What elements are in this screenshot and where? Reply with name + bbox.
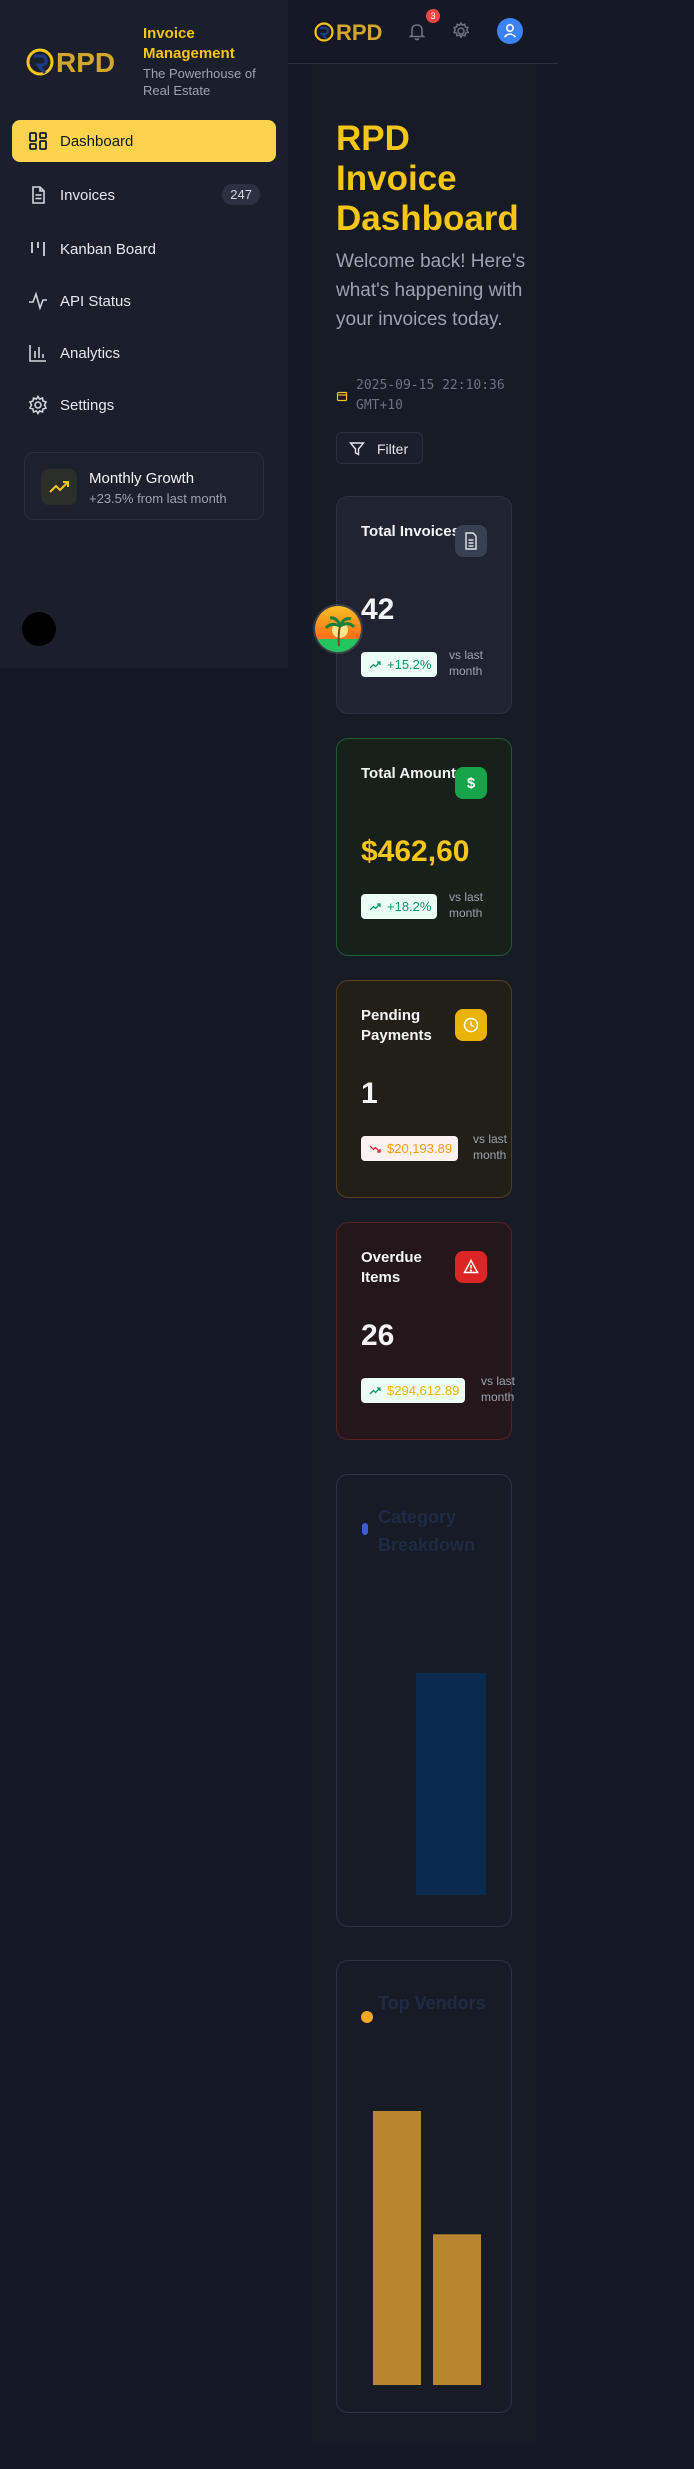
- chart-bar[interactable]: [373, 2111, 421, 2385]
- stat-title: Total Invoices: [361, 523, 460, 540]
- stat-comparison: vs last month: [481, 1374, 516, 1404]
- stat-title: Overdue Items: [361, 1249, 422, 1286]
- chart-title-marker: [362, 1523, 368, 1535]
- stat-icon-box: [455, 525, 487, 557]
- collapse-toggle-dot[interactable]: [22, 612, 56, 646]
- stat-change: $294,612.89: [387, 1383, 460, 1398]
- sidebar-item-label: Invoices: [60, 186, 116, 204]
- stat-card-pending-payments[interactable]: Pending Payments 1 $20,193.89 vs last mo…: [336, 980, 512, 1198]
- chart-bar[interactable]: [416, 1673, 486, 1895]
- monthly-growth-card: Monthly Growth +23.5% from last month: [24, 452, 264, 520]
- stat-change-chip: +18.2%: [361, 894, 438, 919]
- calendar-icon: [336, 391, 348, 402]
- user-icon: [503, 24, 517, 38]
- stat-change: $20,193.89: [387, 1141, 453, 1156]
- document-icon: [32, 186, 45, 204]
- top-vendors-chart: [373, 2111, 481, 2385]
- sidebar-item-settings[interactable]: Settings: [12, 384, 276, 426]
- stat-card-total-amount[interactable]: Total Amount $ $462,60 +18.2% vs last mo…: [336, 738, 512, 956]
- stat-title: Pending Payments: [361, 1007, 432, 1044]
- sidebar-item-analytics[interactable]: Analytics: [12, 332, 276, 374]
- sidebar-item-label: Kanban Board: [60, 240, 156, 258]
- chart-title: Top Vendors: [378, 1993, 486, 2013]
- gear-icon: [28, 395, 48, 415]
- chart-title-marker: [361, 2011, 373, 2023]
- stat-value: $462,60: [361, 835, 470, 868]
- warning-icon: [463, 1258, 479, 1274]
- growth-icon-box: [41, 469, 77, 505]
- clock-icon: [463, 1017, 479, 1033]
- page-title: RPD Invoice Dashboard: [336, 119, 519, 238]
- filter-button[interactable]: Filter: [336, 432, 423, 464]
- stat-icon-box: [455, 1251, 487, 1283]
- growth-title: Monthly Growth: [89, 470, 195, 487]
- stat-icon-box: [455, 1009, 487, 1041]
- sidebar-item-api-status[interactable]: API Status: [12, 280, 276, 322]
- trending-up-icon: [369, 1386, 381, 1394]
- dollar-icon: $: [467, 775, 476, 792]
- stat-icon-box: $: [455, 767, 487, 799]
- activity-icon: [29, 291, 47, 311]
- chart-title: Category Breakdown: [378, 1507, 476, 1555]
- user-avatar-button[interactable]: [497, 18, 523, 44]
- stat-comparison: vs last month: [449, 648, 484, 678]
- stat-card-overdue-items[interactable]: Overdue Items 26 $294,612.89 vs last mon…: [336, 1222, 515, 1440]
- stat-card-total-invoices[interactable]: Total Invoices 42 +15.2% vs last month: [336, 496, 512, 714]
- stat-change: +15.2%: [387, 657, 432, 672]
- category-breakdown-card: Category Breakdown: [336, 1474, 512, 1927]
- brand[interactable]: RPD Invoice Management The Powerhouse of…: [26, 22, 276, 102]
- sidebar-item-invoices[interactable]: Invoices 247: [12, 174, 276, 216]
- filter-label: Filter: [377, 441, 409, 457]
- stat-change: +18.2%: [387, 899, 432, 914]
- stat-value: 26: [361, 1319, 395, 1352]
- notification-badge: 3: [426, 9, 440, 23]
- trending-up-icon: [369, 902, 381, 910]
- stat-comparison: vs last month: [473, 1132, 508, 1162]
- sidebar-item-kanban-board[interactable]: Kanban Board: [12, 228, 276, 270]
- document-icon: [465, 532, 477, 550]
- stat-change-chip: $20,193.89: [361, 1136, 459, 1161]
- sidebar-item-label: Dashboard: [60, 132, 134, 150]
- filter-icon: [349, 442, 365, 456]
- brand-title: Invoice Management: [143, 25, 235, 62]
- brand-subtitle: The Powerhouse of Real Estate: [143, 66, 256, 98]
- logo-text: RPD: [336, 20, 382, 45]
- bar-chart-icon: [29, 345, 46, 362]
- kanban-icon: [31, 242, 45, 256]
- growth-subtitle: +23.5% from last month: [89, 491, 227, 506]
- top-bar: RPD 3: [288, 0, 558, 64]
- stat-title: Total Amount: [361, 765, 456, 782]
- gear-icon[interactable]: [450, 20, 472, 42]
- sidebar-item-dashboard[interactable]: Dashboard: [12, 120, 276, 162]
- trending-up-icon: [369, 660, 381, 668]
- svg-text:$: $: [467, 775, 476, 792]
- stat-change-chip: +15.2%: [361, 652, 438, 677]
- trending-up-icon: [49, 481, 69, 493]
- stat-comparison: vs last month: [449, 890, 484, 920]
- user-avatar-image[interactable]: [313, 604, 363, 654]
- chart-bar[interactable]: [433, 2234, 481, 2385]
- dashboard-grid-icon: [29, 132, 47, 150]
- bell-icon[interactable]: [406, 20, 428, 42]
- invoice-count-badge: 247: [222, 184, 260, 205]
- rpd-logo-small[interactable]: RPD: [314, 17, 398, 47]
- stat-change-chip: $294,612.89: [361, 1378, 466, 1403]
- rpd-logo: RPD: [26, 47, 115, 78]
- sidebar: RPD Invoice Management The Powerhouse of…: [0, 0, 288, 668]
- stat-value: 1: [361, 1077, 378, 1110]
- trending-down-icon: [369, 1145, 381, 1153]
- sidebar-item-label: Settings: [60, 396, 115, 414]
- main-content: RPD Invoice Dashboard Welcome back! Here…: [312, 64, 536, 2444]
- sidebar-item-label: API Status: [60, 292, 131, 310]
- stat-value: 42: [361, 593, 395, 626]
- logo-text: RPD: [56, 47, 115, 78]
- top-vendors-card: Top Vendors: [336, 1960, 512, 2413]
- timestamp: 2025-09-15 22:10:36 GMT+10: [356, 378, 505, 413]
- welcome-text: Welcome back! Here's what's happening wi…: [336, 251, 526, 330]
- sidebar-item-label: Analytics: [60, 344, 121, 362]
